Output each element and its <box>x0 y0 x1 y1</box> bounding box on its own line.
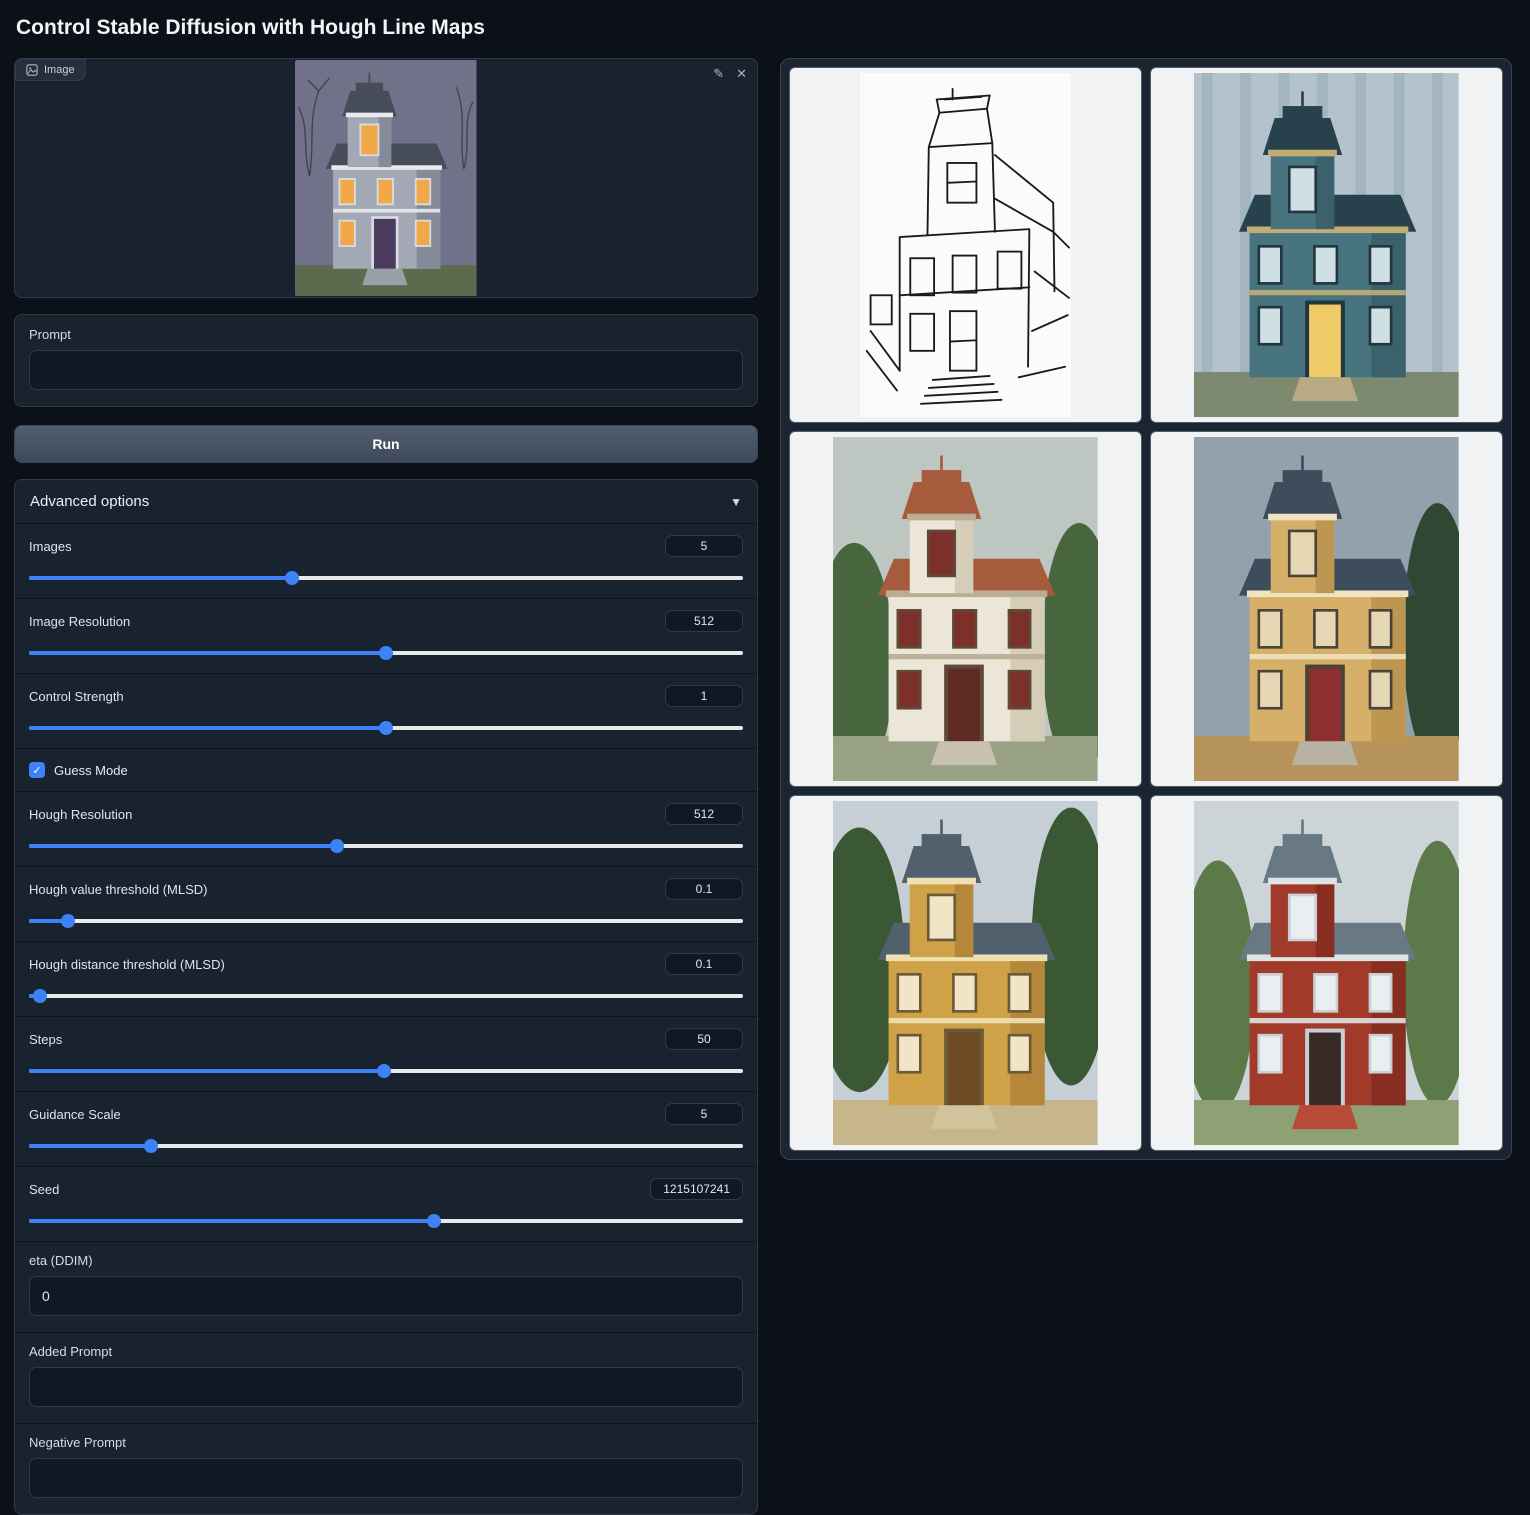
image-resolution-slider-label: Image Resolution <box>29 614 130 629</box>
result-teal-victorian[interactable] <box>1150 67 1503 423</box>
steps-slider-row: Steps 50 <box>15 1016 757 1091</box>
control-strength-slider-row: Control Strength 1 <box>15 673 757 748</box>
hough-value-threshold-slider-row: Hough value threshold (MLSD) 0.1 <box>15 866 757 941</box>
clear-image-icon[interactable]: ✕ <box>736 67 747 80</box>
result-red-brick-victorian-image <box>1194 801 1459 1145</box>
control-strength-slider[interactable] <box>29 721 743 735</box>
added-prompt-block: Added Prompt <box>15 1332 757 1423</box>
guess-mode-checkbox-row[interactable]: ✓ Guess Mode <box>15 748 757 791</box>
image-resolution-slider-row: Image Resolution 512 <box>15 598 757 673</box>
added-prompt-label: Added Prompt <box>29 1344 743 1359</box>
input-image[interactable] <box>295 60 477 296</box>
page-title: Control Stable Diffusion with Hough Line… <box>16 16 1516 40</box>
edit-image-icon[interactable]: ✎ <box>713 67 724 80</box>
images-slider-handle[interactable] <box>285 571 299 585</box>
eta-block: eta (DDIM) <box>15 1241 757 1332</box>
control-strength-slider-handle[interactable] <box>379 721 393 735</box>
hough-value-threshold-slider-handle[interactable] <box>61 914 75 928</box>
hough-resolution-slider-label: Hough Resolution <box>29 807 132 822</box>
eta-label: eta (DDIM) <box>29 1253 743 1268</box>
steps-slider-label: Steps <box>29 1032 62 1047</box>
guidance-scale-slider[interactable] <box>29 1139 743 1153</box>
result-white-victorian[interactable] <box>789 431 1142 787</box>
image-resolution-slider[interactable] <box>29 646 743 660</box>
image-input-block[interactable]: Image ✎ ✕ <box>14 58 758 298</box>
hough-resolution-slider-handle[interactable] <box>330 839 344 853</box>
control-strength-slider-value[interactable]: 1 <box>665 685 743 707</box>
prompt-label: Prompt <box>29 327 743 342</box>
result-white-victorian-image <box>833 437 1098 781</box>
result-teal-victorian-image <box>1194 73 1459 417</box>
negative-prompt-input[interactable] <box>29 1458 743 1498</box>
hough-resolution-slider-value[interactable]: 512 <box>665 803 743 825</box>
image-icon <box>26 64 38 76</box>
added-prompt-input[interactable] <box>29 1367 743 1407</box>
negative-prompt-label: Negative Prompt <box>29 1435 743 1450</box>
hough-distance-threshold-slider-value[interactable]: 0.1 <box>665 953 743 975</box>
slider-group-a: Images 5 Image Resolution 512 Control St… <box>15 523 757 748</box>
images-slider-row: Images 5 <box>15 523 757 598</box>
run-button[interactable]: Run <box>14 425 758 463</box>
guidance-scale-slider-value[interactable]: 5 <box>665 1103 743 1125</box>
hough-distance-threshold-slider-handle[interactable] <box>33 989 47 1003</box>
seed-slider[interactable] <box>29 1214 743 1228</box>
hough-line-map[interactable] <box>789 67 1142 423</box>
hough-value-threshold-slider-label: Hough value threshold (MLSD) <box>29 882 207 897</box>
prompt-input[interactable] <box>29 350 743 390</box>
gallery-grid <box>780 58 1512 1160</box>
seed-slider-handle[interactable] <box>427 1214 441 1228</box>
guess-mode-checkbox[interactable]: ✓ <box>29 762 45 778</box>
guidance-scale-slider-handle[interactable] <box>144 1139 158 1153</box>
advanced-options-title: Advanced options <box>30 493 149 510</box>
image-resolution-slider-value[interactable]: 512 <box>665 610 743 632</box>
result-red-brick-victorian[interactable] <box>1150 795 1503 1151</box>
result-tan-victorian-image <box>1194 437 1459 781</box>
guidance-scale-slider-row: Guidance Scale 5 <box>15 1091 757 1166</box>
seed-slider-label: Seed <box>29 1182 59 1197</box>
hough-value-threshold-slider-value[interactable]: 0.1 <box>665 878 743 900</box>
results-column <box>780 58 1512 1160</box>
images-slider-label: Images <box>29 539 72 554</box>
hough-line-map-image <box>860 73 1072 417</box>
collapse-chevron-icon[interactable]: ▼ <box>730 495 742 509</box>
guidance-scale-slider-label: Guidance Scale <box>29 1107 121 1122</box>
steps-slider-value[interactable]: 50 <box>665 1028 743 1050</box>
image-input-badge: Image <box>15 59 86 81</box>
images-slider-value[interactable]: 5 <box>665 535 743 557</box>
steps-slider[interactable] <box>29 1064 743 1078</box>
steps-slider-handle[interactable] <box>377 1064 391 1078</box>
prompt-block: Prompt <box>14 314 758 407</box>
hough-value-threshold-slider[interactable] <box>29 914 743 928</box>
seed-slider-value[interactable]: 1215107241 <box>650 1178 743 1200</box>
advanced-options-panel: Advanced options ▼ Images 5 Image Resolu… <box>14 479 758 1515</box>
hough-distance-threshold-slider[interactable] <box>29 989 743 1003</box>
image-input-label: Image <box>44 64 75 76</box>
hough-distance-threshold-slider-label: Hough distance threshold (MLSD) <box>29 957 225 972</box>
advanced-options-header[interactable]: Advanced options ▼ <box>15 480 757 523</box>
control-strength-slider-label: Control Strength <box>29 689 124 704</box>
image-resolution-slider-handle[interactable] <box>379 646 393 660</box>
eta-input[interactable] <box>29 1276 743 1316</box>
result-tan-victorian[interactable] <box>1150 431 1503 787</box>
images-slider[interactable] <box>29 571 743 585</box>
hough-distance-threshold-slider-row: Hough distance threshold (MLSD) 0.1 <box>15 941 757 1016</box>
result-gold-victorian-image <box>833 801 1098 1145</box>
guess-mode-label: Guess Mode <box>54 763 128 778</box>
hough-resolution-slider-row: Hough Resolution 512 <box>15 791 757 866</box>
app-page: Control Stable Diffusion with Hough Line… <box>0 0 1530 1515</box>
hough-resolution-slider[interactable] <box>29 839 743 853</box>
seed-slider-row: Seed 1215107241 <box>15 1166 757 1241</box>
slider-group-b: Hough Resolution 512 Hough value thresho… <box>15 791 757 1241</box>
result-gold-victorian[interactable] <box>789 795 1142 1151</box>
controls-column: Image ✎ ✕ <box>14 58 758 1515</box>
negative-prompt-block: Negative Prompt <box>15 1423 757 1514</box>
